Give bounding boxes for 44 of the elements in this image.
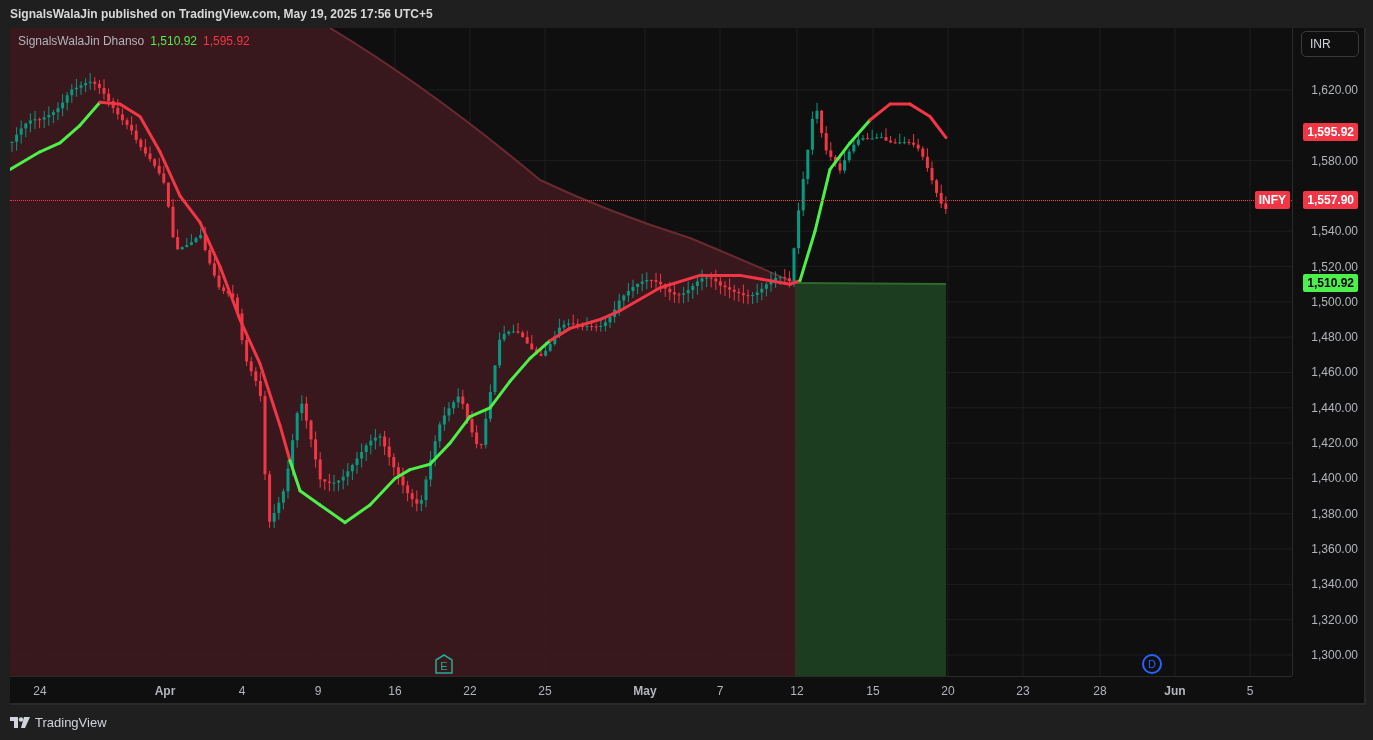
date-tick: Apr — [154, 684, 176, 698]
date-tick: 28 — [1093, 684, 1107, 698]
indicator-value: 1,595.92 — [203, 34, 250, 48]
logo-icon — [10, 717, 30, 728]
price-tick: 1,380.00 — [1311, 506, 1358, 521]
date-tick: 16 — [388, 684, 402, 698]
earnings-marker[interactable]: E — [435, 654, 453, 674]
date-tick: 12 — [790, 684, 804, 698]
dividend-marker[interactable]: D — [1142, 654, 1162, 674]
indicator-name: SignalsWalaJin Dhanso — [18, 34, 145, 48]
price-tick: 1,300.00 — [1311, 648, 1358, 662]
price-tick: 1,360.00 — [1311, 542, 1358, 557]
date-tick: Jun — [1164, 684, 1186, 698]
price-tick: 1,320.00 — [1311, 612, 1358, 627]
price-tick: 1,440.00 — [1311, 400, 1358, 415]
date-tick: 24 — [33, 684, 47, 698]
date-tick: 5 — [1246, 684, 1254, 698]
date-tick: 20 — [941, 684, 955, 698]
date-tick: 4 — [238, 684, 246, 698]
brand-name: TradingView — [35, 715, 107, 730]
price-tick: 1,400.00 — [1311, 471, 1358, 486]
date-tick: 22 — [463, 684, 477, 698]
date-tick: 25 — [538, 684, 552, 698]
date-tick: May — [633, 684, 657, 698]
price-tick: 1,620.00 — [1311, 83, 1358, 97]
price-tick: 1,540.00 — [1311, 224, 1358, 239]
price-label: 1,510.92 — [1303, 274, 1358, 292]
price-tick: 1,420.00 — [1311, 436, 1358, 451]
date-tick: 23 — [1016, 684, 1030, 698]
publish-info: SignalsWalaJin published on TradingView.com, May 19, 2025 17:56 UTC+5 — [10, 7, 433, 21]
price-tick: 1,580.00 — [1311, 153, 1358, 168]
price-tick: 1,500.00 — [1311, 294, 1358, 309]
symbol-label: INFY — [1254, 191, 1290, 209]
price-tick: 1,340.00 — [1311, 577, 1358, 592]
price-label: 1,557.90 — [1303, 191, 1358, 209]
indicator-value: 1,510.92 — [150, 34, 197, 48]
date-tick: 9 — [314, 684, 322, 698]
currency-button[interactable]: INR — [1301, 31, 1359, 57]
date-tick: 7 — [716, 684, 724, 698]
price-tick: 1,460.00 — [1311, 365, 1358, 380]
date-tick: 15 — [866, 684, 880, 698]
price-tick: 1,520.00 — [1311, 259, 1358, 274]
price-label: 1,595.92 — [1303, 123, 1358, 141]
price-tick: 1,480.00 — [1311, 330, 1358, 345]
